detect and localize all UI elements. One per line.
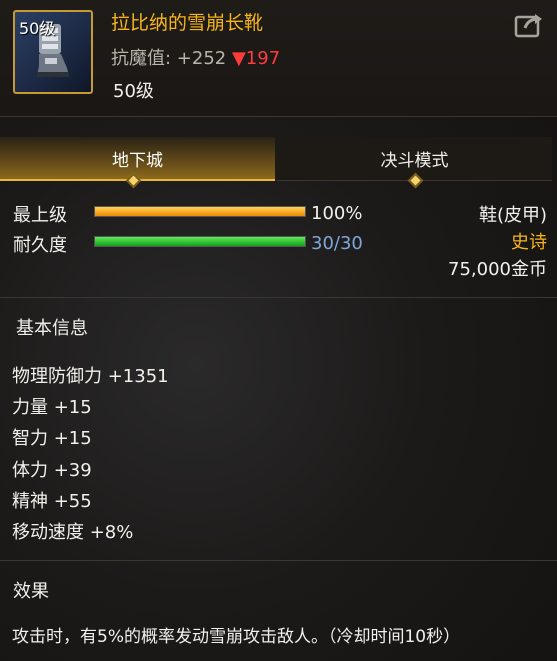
attribute-spirit: 精神 +55 bbox=[12, 491, 92, 512]
attribute-intelligence: 智力 +15 bbox=[12, 428, 92, 449]
quality-label: 最上级 bbox=[13, 205, 67, 226]
tab-dungeon[interactable]: 地下城 bbox=[0, 137, 275, 181]
item-level: 50级 bbox=[113, 81, 154, 102]
effect-title: 效果 bbox=[13, 581, 49, 602]
attribute-physical-defense: 物理防御力 +1351 bbox=[12, 366, 169, 387]
durability-value: 30/30 bbox=[311, 233, 363, 254]
item-icon: 50级 bbox=[13, 10, 93, 94]
item-header: 50级 拉比纳的雪崩长靴 抗魔值: +252 ▼197 50级 bbox=[0, 0, 557, 116]
attribute-vitality: 体力 +39 bbox=[12, 460, 92, 481]
quality-bar-fill bbox=[95, 207, 305, 216]
stat-label: 抗魔值: bbox=[111, 48, 172, 69]
quality-value: 100% bbox=[311, 203, 363, 224]
item-price: 75,000金币 bbox=[448, 259, 547, 280]
item-rarity: 史诗 bbox=[511, 232, 547, 253]
effect-divider bbox=[0, 560, 557, 561]
header-divider bbox=[0, 116, 557, 117]
effect-text: 攻击时，有5%的概率发动雪崩攻击敌人。（冷却时间10秒） bbox=[12, 627, 461, 647]
durability-bar bbox=[94, 236, 306, 247]
attribute-move-speed: 移动速度 +8% bbox=[12, 522, 134, 543]
icon-level-badge: 50级 bbox=[19, 19, 56, 38]
stat-delta: ▼197 bbox=[231, 48, 281, 69]
durability-bar-fill bbox=[95, 237, 305, 246]
item-type: 鞋(皮甲) bbox=[478, 205, 547, 226]
magic-resist-line: 抗魔值: +252 ▼197 bbox=[111, 44, 280, 70]
share-icon[interactable] bbox=[514, 11, 544, 39]
attribute-strength: 力量 +15 bbox=[12, 397, 92, 418]
item-tooltip-panel: 50级 拉比纳的雪崩长靴 抗魔值: +252 ▼197 50级 地下城 决斗模式… bbox=[0, 0, 557, 661]
info-divider bbox=[0, 297, 557, 298]
item-name: 拉比纳的雪崩长靴 bbox=[111, 12, 264, 34]
durability-label: 耐久度 bbox=[13, 235, 67, 256]
basic-info-title: 基本信息 bbox=[16, 318, 88, 339]
stat-value: +252 bbox=[171, 48, 232, 69]
quality-bar bbox=[94, 206, 306, 217]
